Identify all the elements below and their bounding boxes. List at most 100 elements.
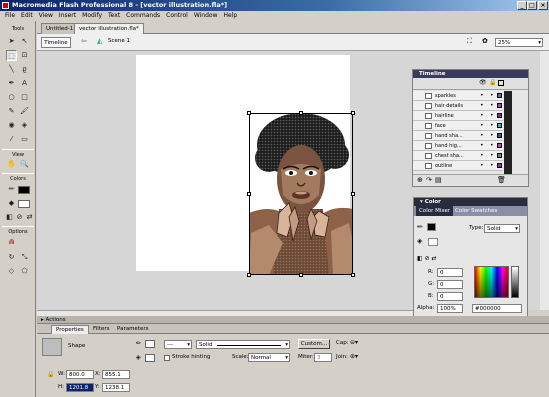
transform-handle[interactable] — [351, 111, 355, 115]
tab-properties[interactable]: Properties — [51, 325, 89, 334]
timeline-layer[interactable]: face • • — [413, 121, 503, 131]
black-white-small-icon[interactable]: ◧ ⊘ ⇄ — [417, 255, 437, 262]
layer-outline-color-swatch[interactable] — [497, 143, 502, 148]
layer-outline-color-swatch[interactable] — [497, 153, 502, 158]
hand-tool-icon[interactable]: ✋ — [6, 159, 17, 170]
layer-outline-color-swatch[interactable] — [497, 163, 502, 168]
menu-text[interactable]: Text — [105, 11, 123, 21]
fill-bucket-small-icon[interactable]: ◈ — [136, 354, 141, 361]
hex-input[interactable]: #000000 — [472, 304, 522, 313]
transform-handle[interactable] — [351, 192, 355, 196]
menu-view[interactable]: View — [36, 11, 56, 21]
close-button[interactable]: × — [538, 1, 548, 10]
lock-proportions-icon[interactable]: 🔒 — [47, 371, 54, 378]
vertical-scrollbar[interactable] — [540, 51, 549, 310]
visibility-dot[interactable]: • — [480, 121, 484, 131]
transform-handle[interactable] — [247, 192, 251, 196]
fill-color-swatch[interactable] — [18, 200, 30, 208]
transform-handle[interactable] — [299, 273, 303, 277]
type-select[interactable]: Solid ▾ — [484, 224, 520, 233]
lock-dot[interactable]: • — [490, 121, 494, 131]
menu-control[interactable]: Control — [163, 11, 191, 21]
x-input[interactable]: 855.1 — [102, 370, 130, 379]
y-input[interactable]: 1238.1 — [102, 383, 130, 392]
layer-outline-color-swatch[interactable] — [497, 93, 502, 98]
eraser-tool-icon[interactable]: ▭ — [19, 134, 30, 145]
maximize-button[interactable]: □ — [527, 1, 537, 10]
layer-outline-color-swatch[interactable] — [497, 113, 502, 118]
selection-tool-icon[interactable]: ➤ — [6, 36, 17, 47]
edit-scene-icon[interactable]: ⛶ — [467, 37, 472, 46]
selection-bounding-box[interactable] — [249, 113, 353, 275]
lock-dot[interactable]: • — [490, 131, 494, 141]
tab-color-mixer[interactable]: Color Mixer — [416, 206, 454, 216]
visibility-dot[interactable]: • — [480, 151, 484, 161]
timeline-layer[interactable]: hand hig... • • — [413, 141, 503, 151]
height-input[interactable]: 1201.8 — [66, 383, 94, 392]
outline-icon[interactable] — [498, 80, 504, 86]
ink-bottle-tool-icon[interactable]: ◉ — [6, 120, 17, 131]
visibility-dot[interactable]: • — [480, 161, 484, 171]
timeline-layer[interactable]: sparkles • • — [413, 91, 503, 101]
lock-dot[interactable]: • — [490, 91, 494, 101]
transform-handle[interactable] — [351, 273, 355, 277]
timeline-layer[interactable]: hairline • • — [413, 111, 503, 121]
back-arrow-icon[interactable]: ⇦ — [81, 37, 87, 45]
tab-vector-illustration[interactable]: vector illustration.fla* — [74, 23, 144, 34]
edit-symbol-icon[interactable]: ✿ — [482, 37, 488, 45]
stroke-swatch[interactable] — [427, 223, 436, 231]
line-tool-icon[interactable]: ╲ — [6, 64, 17, 75]
lock-dot[interactable]: • — [490, 141, 494, 151]
layer-outline-color-swatch[interactable] — [497, 103, 502, 108]
lock-dot[interactable]: • — [490, 101, 494, 111]
delete-layer-icon[interactable]: 🗑 — [497, 176, 506, 184]
g-input[interactable]: 0 — [437, 280, 463, 289]
cap-style-icon[interactable]: ⊖▾ — [350, 339, 358, 346]
zoom-select[interactable]: 25% ▾ — [495, 38, 543, 47]
stroke-style-select[interactable]: Solid ▾ — [196, 340, 290, 349]
lock-dot[interactable]: • — [490, 151, 494, 161]
menu-help[interactable]: Help — [221, 11, 241, 21]
stroke-hinting-checkbox[interactable] — [164, 355, 170, 361]
color-panel-title[interactable]: ▾ Color — [414, 198, 527, 206]
rectangle-tool-icon[interactable]: □ — [19, 92, 30, 103]
zoom-tool-icon[interactable]: 🔍 — [19, 159, 30, 170]
swap-colors-icon[interactable]: ⇄ — [24, 212, 35, 223]
r-input[interactable]: 0 — [437, 268, 463, 277]
timeline-layer[interactable]: outline • • — [413, 161, 503, 171]
free-transform-tool-icon[interactable]: ⬚ — [6, 50, 17, 61]
stroke-pencil-icon[interactable]: ✏ — [417, 223, 423, 231]
lock-icon[interactable]: 🔒 — [489, 79, 496, 86]
layer-outline-color-swatch[interactable] — [497, 133, 502, 138]
scale-icon[interactable]: ⤡ — [19, 252, 30, 263]
tab-parameters[interactable]: Parameters — [113, 325, 152, 334]
timeline-layer[interactable]: hand sha... • • — [413, 131, 503, 141]
color-spectrum[interactable] — [474, 266, 509, 298]
transform-handle[interactable] — [299, 111, 303, 115]
paint-bucket-tool-icon[interactable]: ◈ — [19, 120, 30, 131]
layer-outline-color-swatch[interactable] — [497, 123, 502, 128]
eye-icon[interactable]: 👁 — [479, 79, 487, 86]
envelope-icon[interactable]: ⬠ — [19, 266, 30, 277]
fill-bucket-icon[interactable]: ◈ — [417, 237, 422, 245]
menu-edit[interactable]: Edit — [18, 11, 36, 21]
brightness-slider[interactable] — [511, 266, 519, 298]
text-tool-icon[interactable]: A — [19, 78, 30, 89]
menu-window[interactable]: Window — [191, 11, 221, 21]
eyedropper-tool-icon[interactable]: ⁄ — [6, 134, 17, 145]
rotate-skew-icon[interactable]: ↻ — [6, 252, 17, 263]
fill-color-box[interactable] — [145, 354, 155, 362]
subselection-tool-icon[interactable]: ↖ — [19, 36, 30, 47]
actions-panel-bar[interactable]: ▸ Actions — [37, 316, 549, 324]
menu-modify[interactable]: Modify — [79, 11, 105, 21]
tab-filters[interactable]: Filters — [89, 325, 114, 334]
visibility-dot[interactable]: • — [480, 111, 484, 121]
alpha-input[interactable]: 100% — [437, 304, 463, 313]
miter-input[interactable]: 3 — [314, 353, 332, 362]
timeline-panel-title[interactable]: Timeline — [413, 70, 528, 78]
menu-insert[interactable]: Insert — [56, 11, 79, 21]
lasso-tool-icon[interactable]: ϱ — [19, 64, 30, 75]
snap-to-objects-icon[interactable]: ⋒ — [6, 237, 17, 248]
tab-color-swatches[interactable]: Color Swatches — [452, 206, 500, 216]
stroke-pencil-small-icon[interactable]: ✏ — [136, 340, 141, 347]
